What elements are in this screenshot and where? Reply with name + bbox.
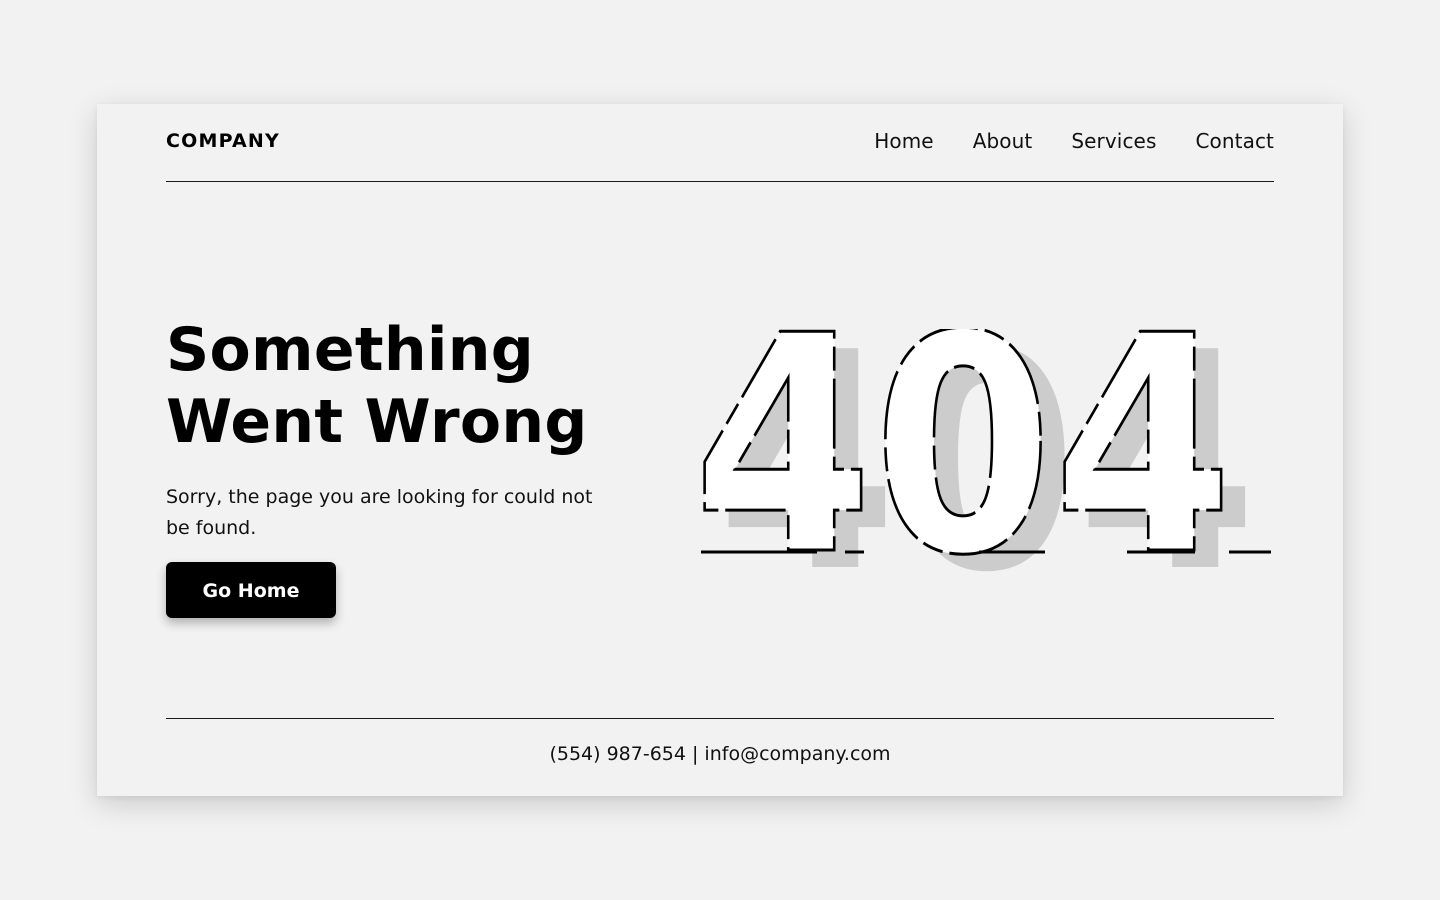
nav-link-contact[interactable]: Contact	[1195, 129, 1274, 153]
nav-link-services[interactable]: Services	[1071, 129, 1156, 153]
footer-contact-info: (554) 987-654 | info@company.com	[549, 743, 891, 765]
page-title: Something Went Wrong	[166, 314, 626, 458]
site-header: COMPANY Home About Services Contact	[166, 104, 1274, 182]
hero-text: Something Went Wrong Sorry, the page you…	[166, 314, 626, 618]
error-card: COMPANY Home About Services Contact Some…	[97, 104, 1343, 796]
error-code-graphic: 404 404	[692, 329, 1271, 574]
nav-link-home[interactable]: Home	[874, 129, 933, 153]
error-message: Sorry, the page you are looking for coul…	[166, 486, 593, 539]
go-home-button[interactable]: Go Home	[166, 562, 336, 618]
nav-link-about[interactable]: About	[973, 129, 1033, 153]
site-footer: (554) 987-654 | info@company.com	[166, 718, 1274, 797]
page-title-line-1: Something	[166, 315, 534, 385]
main-nav: Home About Services Contact	[874, 129, 1274, 153]
error-code-text: 404	[693, 329, 1233, 574]
company-logo[interactable]: COMPANY	[166, 130, 280, 152]
error-code-illustration: 404 404	[689, 329, 1289, 574]
page-title-line-2: Went Wrong	[166, 387, 588, 457]
